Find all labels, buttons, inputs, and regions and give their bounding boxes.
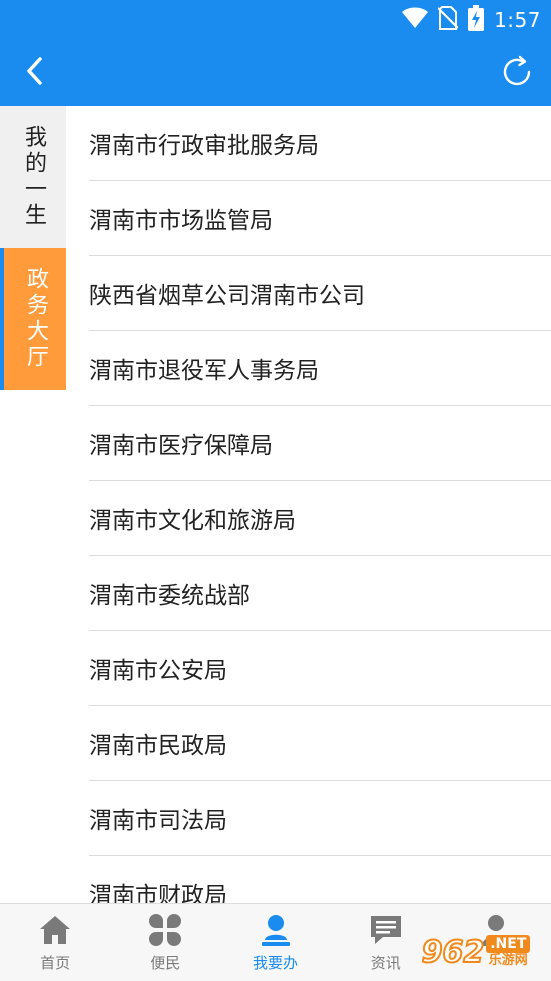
sidebar-item-government-hall[interactable]: 政务大厅: [0, 248, 66, 390]
tab-label: 我要办: [253, 954, 299, 972]
status-time: 1:57: [494, 8, 541, 32]
user-stamp-icon: [258, 912, 294, 948]
list-item[interactable]: 渭南市退役军人事务局: [89, 331, 551, 406]
list-item[interactable]: 渭南市文化和旅游局: [89, 481, 551, 556]
list-item-label: 渭南市委统战部: [89, 583, 250, 609]
department-list: 渭南市行政审批服务局 渭南市市场监管局 陕西省烟草公司渭南市公司 渭南市退役军人…: [66, 106, 551, 903]
list-item[interactable]: 渭南市财政局: [89, 856, 551, 903]
list-item-label: 渭南市民政局: [89, 733, 227, 759]
list-item[interactable]: 渭南市公安局: [89, 631, 551, 706]
list-item-label: 渭南市行政审批服务局: [89, 133, 319, 159]
tab-home[interactable]: 首页: [0, 904, 110, 981]
home-icon: [37, 912, 73, 948]
tab-label: 便民: [150, 954, 181, 972]
list-item-label: 渭南市医疗保障局: [89, 433, 273, 459]
tab-label: 首页: [40, 954, 71, 972]
sidebar-item-my-life[interactable]: 我的一生: [0, 106, 66, 248]
sidebar-item-label: 我的一生: [21, 125, 46, 229]
list-item-label: 渭南市公安局: [89, 658, 227, 684]
list-item-label: 渭南市司法局: [89, 808, 227, 834]
tab-my-tasks[interactable]: 我要办: [220, 904, 330, 981]
list-item[interactable]: 渭南市司法局: [89, 781, 551, 856]
chevron-left-icon: [25, 57, 43, 89]
list-item-label: 陕西省烟草公司渭南市公司: [89, 283, 365, 309]
list-item[interactable]: 渭南市行政审批服务局: [89, 106, 551, 181]
refresh-button[interactable]: [497, 54, 537, 94]
app-bar: [0, 40, 551, 106]
list-item-label: 渭南市市场监管局: [89, 208, 273, 234]
tab-label: 资讯: [370, 954, 401, 972]
sidebar-item-label: 政务大厅: [23, 267, 48, 371]
watermark-sub: 乐游网: [488, 953, 528, 968]
list-item-label: 渭南市文化和旅游局: [89, 508, 296, 534]
watermark-logo: 962 .NET 乐游网: [407, 928, 545, 976]
list-item-label: 渭南市退役军人事务局: [89, 358, 319, 384]
no-sim-icon: [437, 6, 459, 34]
list-item-label: 渭南市财政局: [89, 883, 227, 903]
list-item[interactable]: 渭南市医疗保障局: [89, 406, 551, 481]
status-icons: 1:57: [402, 5, 541, 35]
list-item[interactable]: 渭南市市场监管局: [89, 181, 551, 256]
tab-convenience[interactable]: 便民: [110, 904, 220, 981]
battery-charging-icon: [468, 5, 485, 35]
refresh-icon: [500, 55, 534, 93]
list-item[interactable]: 渭南市民政局: [89, 706, 551, 781]
watermark-net: .NET: [486, 935, 531, 953]
wifi-icon: [402, 7, 429, 33]
status-bar: 1:57: [0, 0, 551, 40]
clover-icon: [147, 912, 183, 948]
sidebar: 我的一生 政务大厅: [0, 106, 66, 903]
back-button[interactable]: [14, 54, 54, 92]
watermark-number: 962: [421, 934, 486, 971]
message-icon: [368, 912, 404, 948]
list-item[interactable]: 渭南市委统战部: [89, 556, 551, 631]
watermark-right: .NET 乐游网: [486, 935, 531, 969]
list-item[interactable]: 陕西省烟草公司渭南市公司: [89, 256, 551, 331]
